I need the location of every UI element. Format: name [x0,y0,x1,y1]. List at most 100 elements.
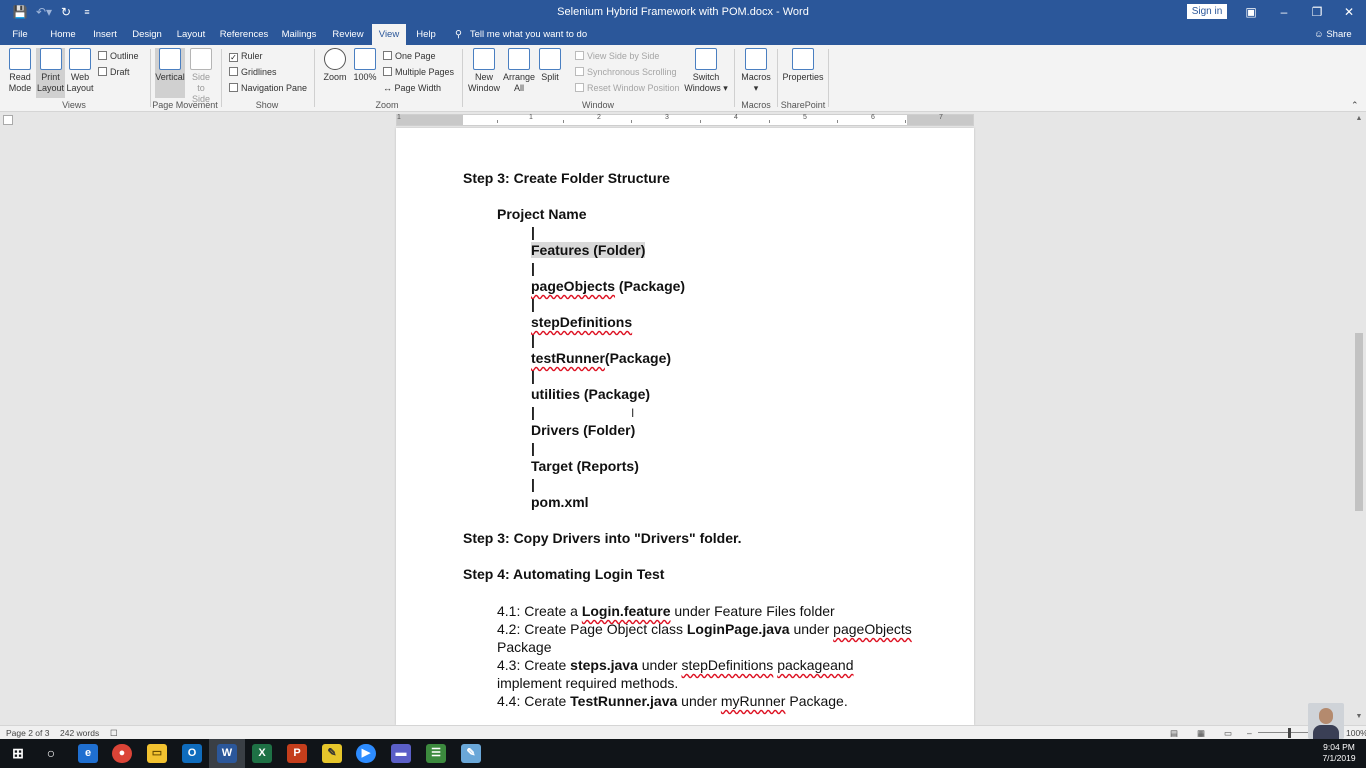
ruler-number: 1 [529,114,533,121]
document-page[interactable]: Step 3: Create Folder Structure Project … [396,128,974,725]
collapse-ribbon-icon[interactable]: ⌃ [1351,100,1359,111]
web-layout-icon [69,48,91,70]
gridlines-checkbox[interactable]: Gridlines [229,66,277,78]
draft-icon [98,67,107,76]
sign-in-button[interactable]: Sign in [1187,4,1227,19]
undo-icon[interactable]: ↶▾ [34,3,54,21]
tab-home[interactable]: Home [46,24,80,45]
minimize-button[interactable]: – [1267,0,1301,24]
chrome-icon[interactable]: ● [112,744,132,763]
web-layout-view-icon[interactable]: ▭ [1224,727,1232,739]
tab-layout[interactable]: Layout [172,24,210,45]
tab-stop-selector[interactable] [3,115,13,125]
multiple-pages-button[interactable]: Multiple Pages [383,66,454,78]
word-count[interactable]: 242 words [60,727,99,739]
group-label-sharepoint: SharePoint [780,100,826,110]
tab-mailings[interactable]: Mailings [278,24,320,45]
print-layout-label-2: Layout [36,83,65,93]
web-layout-button[interactable]: Web Layout [65,48,95,98]
ruler-tick [700,120,701,123]
page-width-button[interactable]: ↔ Page Width [383,82,441,94]
split-button[interactable]: Split [537,48,563,98]
scroll-up-icon[interactable]: ▲ [1352,113,1366,125]
tab-file[interactable]: File [6,24,34,45]
print-layout-button[interactable]: Print Layout [36,48,65,98]
read-mode-label: Read [9,72,31,82]
checkbox-empty-icon [229,83,238,92]
tree-item-features: Features (Folder) [531,241,646,259]
tab-references[interactable]: References [218,24,270,45]
item-misspelled: pageObjects [833,621,912,637]
excel-icon[interactable]: X [252,744,272,763]
tree-item-testrunner: testRunner(Package) [531,349,671,367]
tab-design[interactable]: Design [128,24,166,45]
file-explorer-icon[interactable]: ▭ [147,744,167,763]
print-layout-view-icon[interactable]: ▦ [1197,727,1205,739]
scroll-thumb[interactable] [1355,333,1363,511]
tab-help[interactable]: Help [410,24,442,45]
new-window-button[interactable]: New Window [467,48,501,98]
scroll-down-icon[interactable]: ▼ [1352,711,1366,723]
share-button[interactable]: ☺ Share [1314,24,1352,45]
paint-icon[interactable]: ✎ [461,744,481,763]
page-count[interactable]: Page 2 of 3 [6,727,49,739]
tab-insert[interactable]: Insert [88,24,122,45]
search-icon[interactable]: ○ [41,744,61,763]
arrange-all-button[interactable]: Arrange All [502,48,536,98]
person-icon: ☺ [1314,29,1324,40]
zoom-button[interactable]: Zoom [320,48,350,98]
outlook-icon[interactable]: O [182,744,202,763]
zoom-slider-thumb[interactable] [1288,728,1291,738]
properties-button[interactable]: Properties [782,48,824,98]
vertical-button[interactable]: Vertical [155,48,185,98]
draft-button[interactable]: Draft [98,66,130,78]
tab-view[interactable]: View [372,24,406,45]
navigation-pane-checkbox[interactable]: Navigation Pane [229,82,307,94]
item-4-3-continued: implement required methods. [497,675,679,691]
item-misspelled: stepDefinitions [681,657,774,673]
share-label: Share [1326,29,1352,40]
read-mode-view-icon[interactable]: ▤ [1170,727,1178,739]
horizontal-ruler[interactable]: 1 1 2 3 4 5 6 7 [396,114,974,126]
tree-connector: | [531,440,535,456]
tab-review[interactable]: Review [328,24,368,45]
zoom-level[interactable]: 100% [1346,727,1366,739]
close-button[interactable]: ✕ [1332,0,1366,24]
redo-icon[interactable]: ↻ [56,3,76,21]
save-icon[interactable]: 💾 [10,3,30,21]
switch-windows-button[interactable]: Switch Windows ▾ [684,48,728,98]
restore-button[interactable]: ❐ [1300,0,1334,24]
arrange-all-label: Arrange [502,72,536,82]
sticky-notes-icon[interactable]: ✎ [322,744,342,763]
outline-label: Outline [110,51,139,61]
customize-toolbar-icon[interactable]: ≡ [77,3,97,21]
zoom-meeting-icon[interactable]: ▶ [356,744,376,763]
ruler-checkbox[interactable]: ✓ Ruler [229,50,263,62]
windows-start-icon[interactable]: ⊞ [8,744,28,763]
notepad-icon[interactable]: ☰ [426,744,446,763]
tree-item-pom: pom.xml [531,494,589,510]
read-mode-button[interactable]: Read Mode [4,48,36,98]
pageobjects-suffix: (Package) [615,278,686,294]
ribbon-display-options-icon[interactable]: ▣ [1234,0,1268,24]
tell-me-search[interactable]: ⚲ Tell me what you want to do [455,24,587,45]
ruler-tick [631,120,632,123]
one-page-button[interactable]: One Page [383,50,436,62]
ruler-label: Ruler [241,51,263,61]
page-width-label: Page Width [394,83,442,93]
proofing-icon[interactable]: ☐ [110,727,118,739]
app-icon[interactable]: ▬ [391,744,411,763]
zoom-out-icon[interactable]: – [1247,727,1252,739]
zoom-slider[interactable] [1258,732,1308,733]
powerpoint-icon[interactable]: P [287,744,307,763]
macros-button[interactable]: Macros ▾ [739,48,773,98]
item-4-2-continued: Package [497,639,552,655]
system-clock[interactable]: 9:04 PM 7/1/2019 [1318,742,1360,764]
word-icon[interactable]: W [217,744,237,763]
zoom-100-button[interactable]: 100% [352,48,378,98]
group-label-window: Window [581,100,614,110]
outline-button[interactable]: Outline [98,50,139,62]
item-text: under Feature Files folder [670,603,835,619]
vertical-scrollbar[interactable]: ▲ ▼ [1352,113,1366,725]
edge-icon[interactable]: e [78,744,98,763]
